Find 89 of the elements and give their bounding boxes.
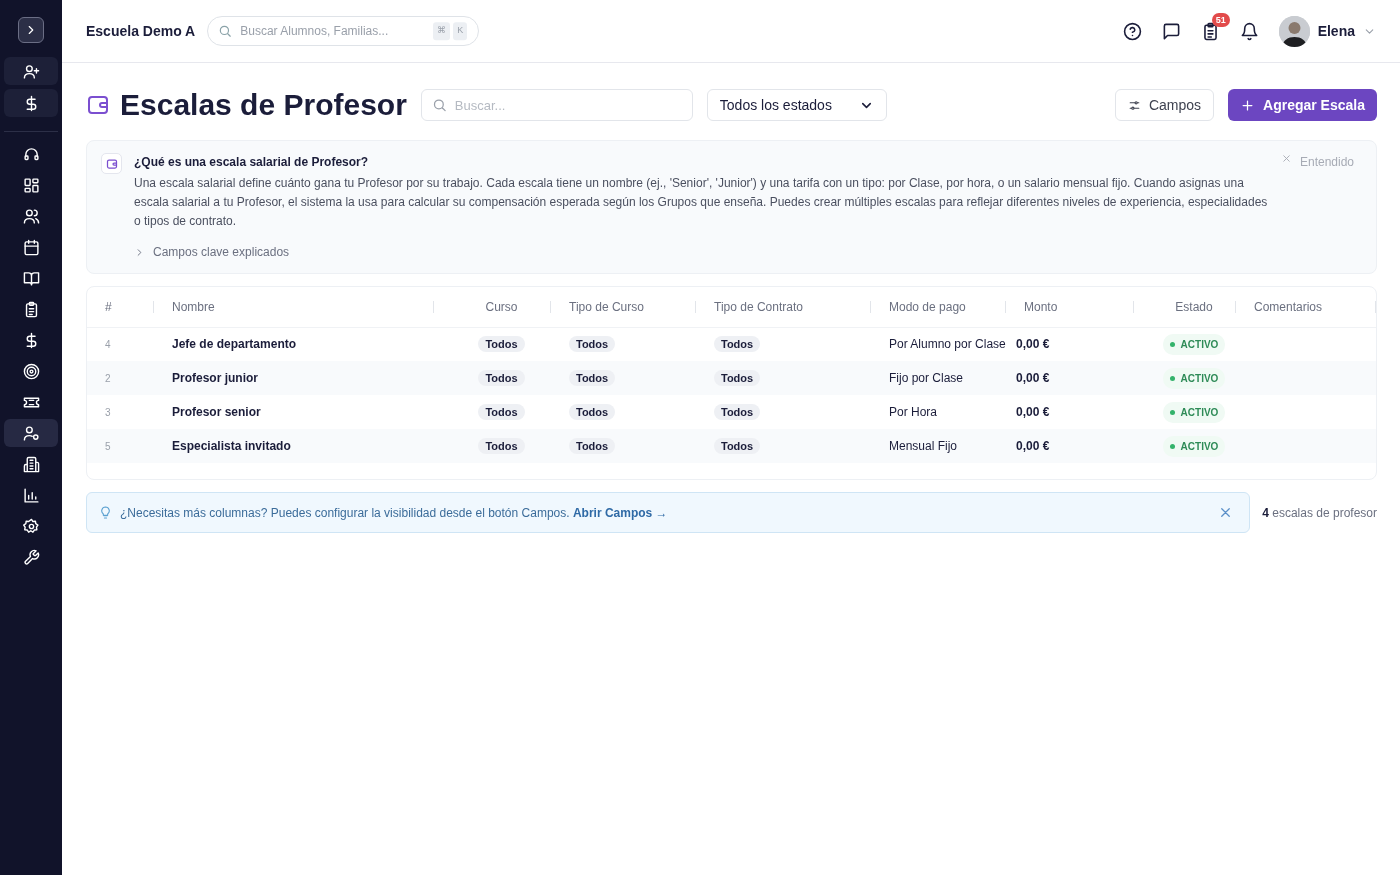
status-dropdown[interactable]: Todos los estados <box>706 89 887 121</box>
payment-mode: Mensual Fijo <box>889 439 958 453</box>
info-title: ¿Qué es una escala salarial de Profesor? <box>134 154 370 171</box>
search-field[interactable]: Buscar... <box>420 89 693 121</box>
payment-mode: Fijo por Clase <box>889 371 964 385</box>
course-type-tag: Todos <box>569 336 616 353</box>
column-header[interactable]: Comentarios <box>1254 299 1323 314</box>
course-tag: Todos <box>478 404 525 420</box>
row-number: 5 <box>105 441 111 452</box>
row-number: 4 <box>105 339 111 351</box>
plus-icon <box>1240 97 1256 113</box>
sliders-icon <box>1127 98 1141 112</box>
course-type-tag: Todos <box>569 370 616 386</box>
scale-name: Jefe de departamento <box>172 337 297 352</box>
row-number: 3 <box>105 407 111 418</box>
course-tag: Todos <box>478 370 525 386</box>
scale-name: Especialista invitado <box>172 439 291 453</box>
contract-type-tag: Todos <box>714 370 761 386</box>
book-icon <box>22 269 40 287</box>
calendar-icon <box>22 238 40 256</box>
help-icon <box>1122 21 1142 41</box>
shortcut-key: ⌘ <box>433 22 451 40</box>
user-menu[interactable]: Elena <box>1278 15 1376 47</box>
chat-icon <box>1161 21 1181 41</box>
column-header[interactable]: # <box>105 299 112 314</box>
fields-button[interactable]: Campos <box>1114 89 1215 121</box>
notification-badge: 51 <box>1211 12 1230 27</box>
notifications-button[interactable] <box>1239 21 1259 41</box>
column-header[interactable]: Estado <box>1175 299 1213 314</box>
column-header[interactable]: Tipo de Contrato <box>714 299 803 314</box>
search-icon <box>431 97 447 113</box>
amount: 0,00 € <box>1016 371 1050 385</box>
bell-icon <box>1239 21 1259 41</box>
course-type-tag: Todos <box>569 438 616 454</box>
sidebar-toggle[interactable] <box>18 17 44 43</box>
payment-mode: Por Alumno por Clase <box>889 337 1006 352</box>
add-user-icon <box>22 62 40 80</box>
building-icon <box>22 455 40 473</box>
headset-icon <box>22 145 40 163</box>
wallet-icon <box>101 153 122 174</box>
close-icon <box>1280 153 1292 164</box>
target-icon <box>22 362 40 380</box>
add-scale-button[interactable]: Agregar Escala <box>1228 89 1377 121</box>
search-icon <box>218 24 233 38</box>
contract-type-tag: Todos <box>714 336 761 353</box>
tip-text: ¿Necesitas más columnas? Puedes configurar la visibilidad desde el botón Campos. Abrir Campos → <box>120 504 668 522</box>
status-badge: ACTIVO <box>1162 435 1226 457</box>
course-tag: Todos <box>478 438 525 454</box>
scale-count: 4 escalas de profesor <box>1262 504 1377 522</box>
amount: 0,00 € <box>1016 337 1050 352</box>
avatar <box>1278 15 1310 47</box>
users-icon <box>22 207 40 225</box>
scale-name: Profesor senior <box>172 405 261 419</box>
user-settings-icon <box>22 424 40 442</box>
wallet-icon <box>86 93 110 117</box>
settings-icon <box>22 517 40 535</box>
column-header[interactable]: Curso <box>485 299 518 314</box>
page-title: Escalas de Profesor <box>120 87 407 123</box>
school-name: Escuela Demo A <box>86 21 196 41</box>
column-header[interactable]: Nombre <box>172 299 215 314</box>
status-badge: ACTIVO <box>1162 401 1226 423</box>
bar-chart-icon <box>22 486 40 504</box>
contract-type-tag: Todos <box>714 438 761 454</box>
expand-toggle[interactable]: Campos clave explicados <box>134 243 290 261</box>
course-tag: Todos <box>478 336 525 353</box>
chevron-right-icon <box>134 246 145 258</box>
sidebar-item[interactable] <box>4 419 58 447</box>
scale-name: Profesor junior <box>172 371 258 385</box>
wrench-icon <box>22 548 40 566</box>
help-button[interactable] <box>1122 21 1142 41</box>
column-header[interactable]: Tipo de Curso <box>569 299 644 314</box>
contract-type-tag: Todos <box>714 404 761 420</box>
amount: 0,00 € <box>1016 439 1050 453</box>
dashboard-icon <box>22 176 40 194</box>
lightbulb-icon <box>99 506 112 519</box>
row-number: 2 <box>105 373 111 384</box>
column-header[interactable]: Modo de pago <box>889 299 966 314</box>
status-badge: ACTIVO <box>1162 333 1226 355</box>
status-badge: ACTIVO <box>1162 367 1226 389</box>
quick-action-button[interactable] <box>4 57 58 85</box>
course-type-tag: Todos <box>569 404 616 420</box>
amount: 0,00 € <box>1016 405 1050 419</box>
shortcut-key: K <box>453 22 468 40</box>
quick-action-button[interactable] <box>4 89 58 117</box>
messages-button[interactable] <box>1161 21 1181 41</box>
open-fields-link[interactable]: Abrir Campos → <box>572 505 668 520</box>
info-text: Una escala salarial define cuánto gana tu Profesor por su trabajo. Cada escala tiene un nombre (ej., 'Senior', 'Junior') y una tarifa con un tipo: por Clase, por hora, o un salario mensual fijo. Cuando asignas una escala salarial a tu Profesor, el sistema la usa para calcular su compensación esperada según los Grupos que enseña. Puedes crear múltiples escalas para reflejar diferentes niveles de experiencia, especialidades o tipos de contrato. <box>134 175 1269 230</box>
payment-mode: Por Hora <box>889 405 938 419</box>
column-header[interactable]: Monto <box>1024 299 1058 314</box>
